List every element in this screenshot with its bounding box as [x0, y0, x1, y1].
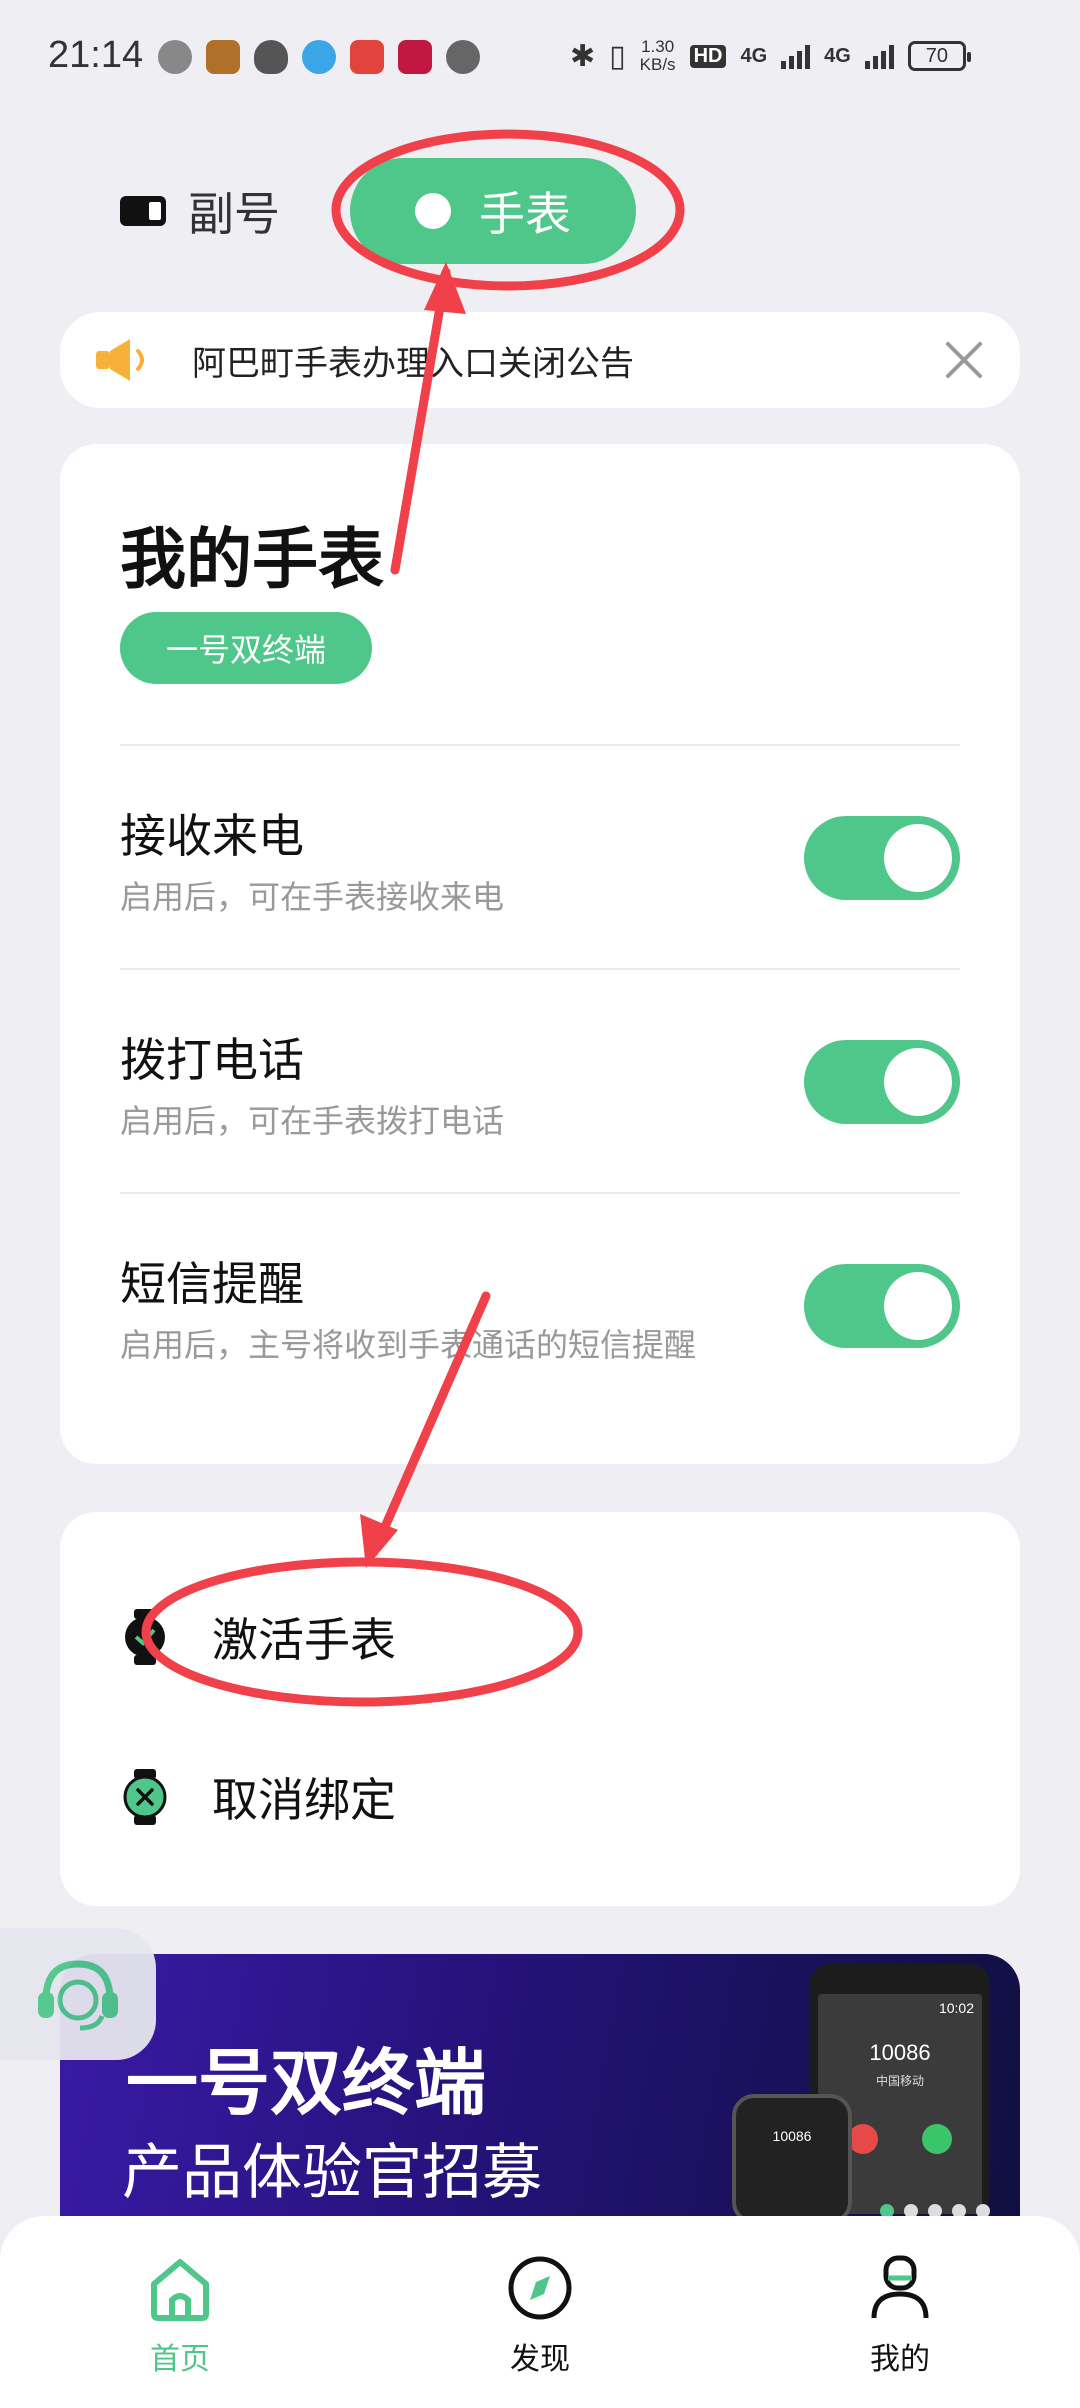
activate-watch-button[interactable]: 激活手表 — [122, 1604, 396, 1670]
red-app-icon — [350, 40, 384, 74]
watch-actions-card: 激活手表 取消绑定 — [60, 1512, 1020, 1906]
unbind-watch-button[interactable]: 取消绑定 — [122, 1764, 396, 1830]
setting-title-receive-calls: 接收来电 — [120, 809, 304, 863]
accept-call-icon — [922, 2124, 952, 2154]
tab-watch-label: 手表 — [479, 187, 571, 241]
watch-screen-number: 10086 — [772, 2128, 812, 2144]
activate-watch-icon — [122, 1609, 168, 1665]
nav-home[interactable]: 首页 — [100, 2254, 260, 2378]
network-speed: 1.30 KB/s — [639, 37, 676, 74]
phone-operator: 中国移动 — [875, 2074, 924, 2088]
promo-banner[interactable]: 一号双终端 产品体验官招募 10:02 10086 中国移动 10086 — [60, 1954, 1020, 2224]
hd-indicator: HD — [689, 44, 727, 68]
my-watch-card: 我的手表 一号双终端 接收来电 启用后，可在手表接收来电 拨打电话 启用后，可在… — [60, 444, 1020, 1464]
announcement-text: 阿巴町手表办理入口关闭公告 — [192, 343, 634, 384]
divider — [120, 744, 960, 746]
banner-subline: 产品体验官招募 — [122, 2138, 542, 2208]
battery-icon: 70 — [907, 41, 971, 71]
headset-icon — [38, 1960, 118, 2031]
nav-discover[interactable]: 发现 — [460, 2254, 620, 2378]
notification-icons — [158, 40, 480, 74]
divider — [120, 1192, 960, 1194]
nav-discover-label: 发现 — [510, 2342, 570, 2377]
game-app-icon — [206, 40, 240, 74]
unbind-watch-icon — [122, 1769, 168, 1825]
wechat-icon — [158, 40, 192, 74]
status-time: 21:14 — [48, 34, 144, 76]
setting-desc-receive-calls: 启用后，可在手表接收来电 — [120, 878, 505, 916]
watch-icon — [415, 193, 451, 229]
setting-desc-make-calls: 启用后，可在手表拨打电话 — [120, 1102, 505, 1140]
phone-time: 10:02 — [938, 2000, 974, 2016]
home-icon — [151, 2259, 209, 2321]
banner-headline: 一号双终端 — [126, 2041, 487, 2125]
card-title: 我的手表 — [120, 521, 384, 598]
compass-icon — [508, 2256, 572, 2320]
customer-service-button[interactable] — [0, 1928, 156, 2060]
divider — [120, 968, 960, 970]
bluetooth-icon: ✱ — [570, 38, 596, 74]
tab-sub-number[interactable]: 副号 — [120, 178, 280, 244]
close-icon[interactable] — [938, 334, 990, 386]
annotation-arrowhead-up — [424, 262, 466, 314]
sim2-signal-icon — [864, 43, 894, 69]
setting-title-sms-reminder: 短信提醒 — [120, 1257, 304, 1311]
tab-watch[interactable]: 手表 — [350, 158, 636, 264]
bottom-navigation: 首页 发现 我的 — [0, 2216, 1080, 2408]
activate-watch-label: 激活手表 — [212, 1613, 396, 1667]
sim1-signal-icon — [781, 43, 811, 69]
toggle-make-calls[interactable] — [804, 1040, 960, 1124]
system-icons: ✱ ▯ 1.30 KB/s HD 4G 4G 70 — [570, 37, 971, 74]
phone-number: 10086 — [869, 2040, 931, 2065]
nav-mine-label: 我的 — [870, 2342, 930, 2377]
tab-sub-number-label: 副号 — [188, 187, 280, 241]
decline-call-icon — [848, 2124, 878, 2154]
plan-badge: 一号双终端 — [120, 612, 372, 684]
toggle-sms-reminder[interactable] — [804, 1264, 960, 1348]
watch-illustration: 10086 — [732, 2094, 852, 2224]
nav-home-label: 首页 — [150, 2342, 210, 2377]
nav-mine[interactable]: 我的 — [820, 2254, 980, 2378]
sim-card-icon — [120, 196, 166, 226]
browser-app-icon — [302, 40, 336, 74]
unbind-watch-label: 取消绑定 — [212, 1773, 396, 1827]
qq-icon — [254, 40, 288, 74]
toggle-receive-calls[interactable] — [804, 816, 960, 900]
user-icon — [871, 2255, 929, 2319]
vibrate-icon: ▯ — [609, 38, 626, 74]
sim1-network-label: 4G — [740, 44, 768, 67]
announcement-bar[interactable]: 阿巴町手表办理入口关闭公告 — [60, 312, 1020, 408]
speaker-icon — [94, 335, 154, 385]
sim2-network-label: 4G — [824, 44, 851, 67]
setting-title-make-calls: 拨打电话 — [120, 1033, 304, 1087]
cat-app-icon — [446, 40, 480, 74]
tiktok-icon — [398, 40, 432, 74]
setting-desc-sms-reminder: 启用后，主号将收到手表通话的短信提醒 — [120, 1326, 697, 1364]
status-bar: 21:14 ✱ ▯ 1.30 KB/s HD 4G 4G 70 — [0, 0, 1080, 120]
